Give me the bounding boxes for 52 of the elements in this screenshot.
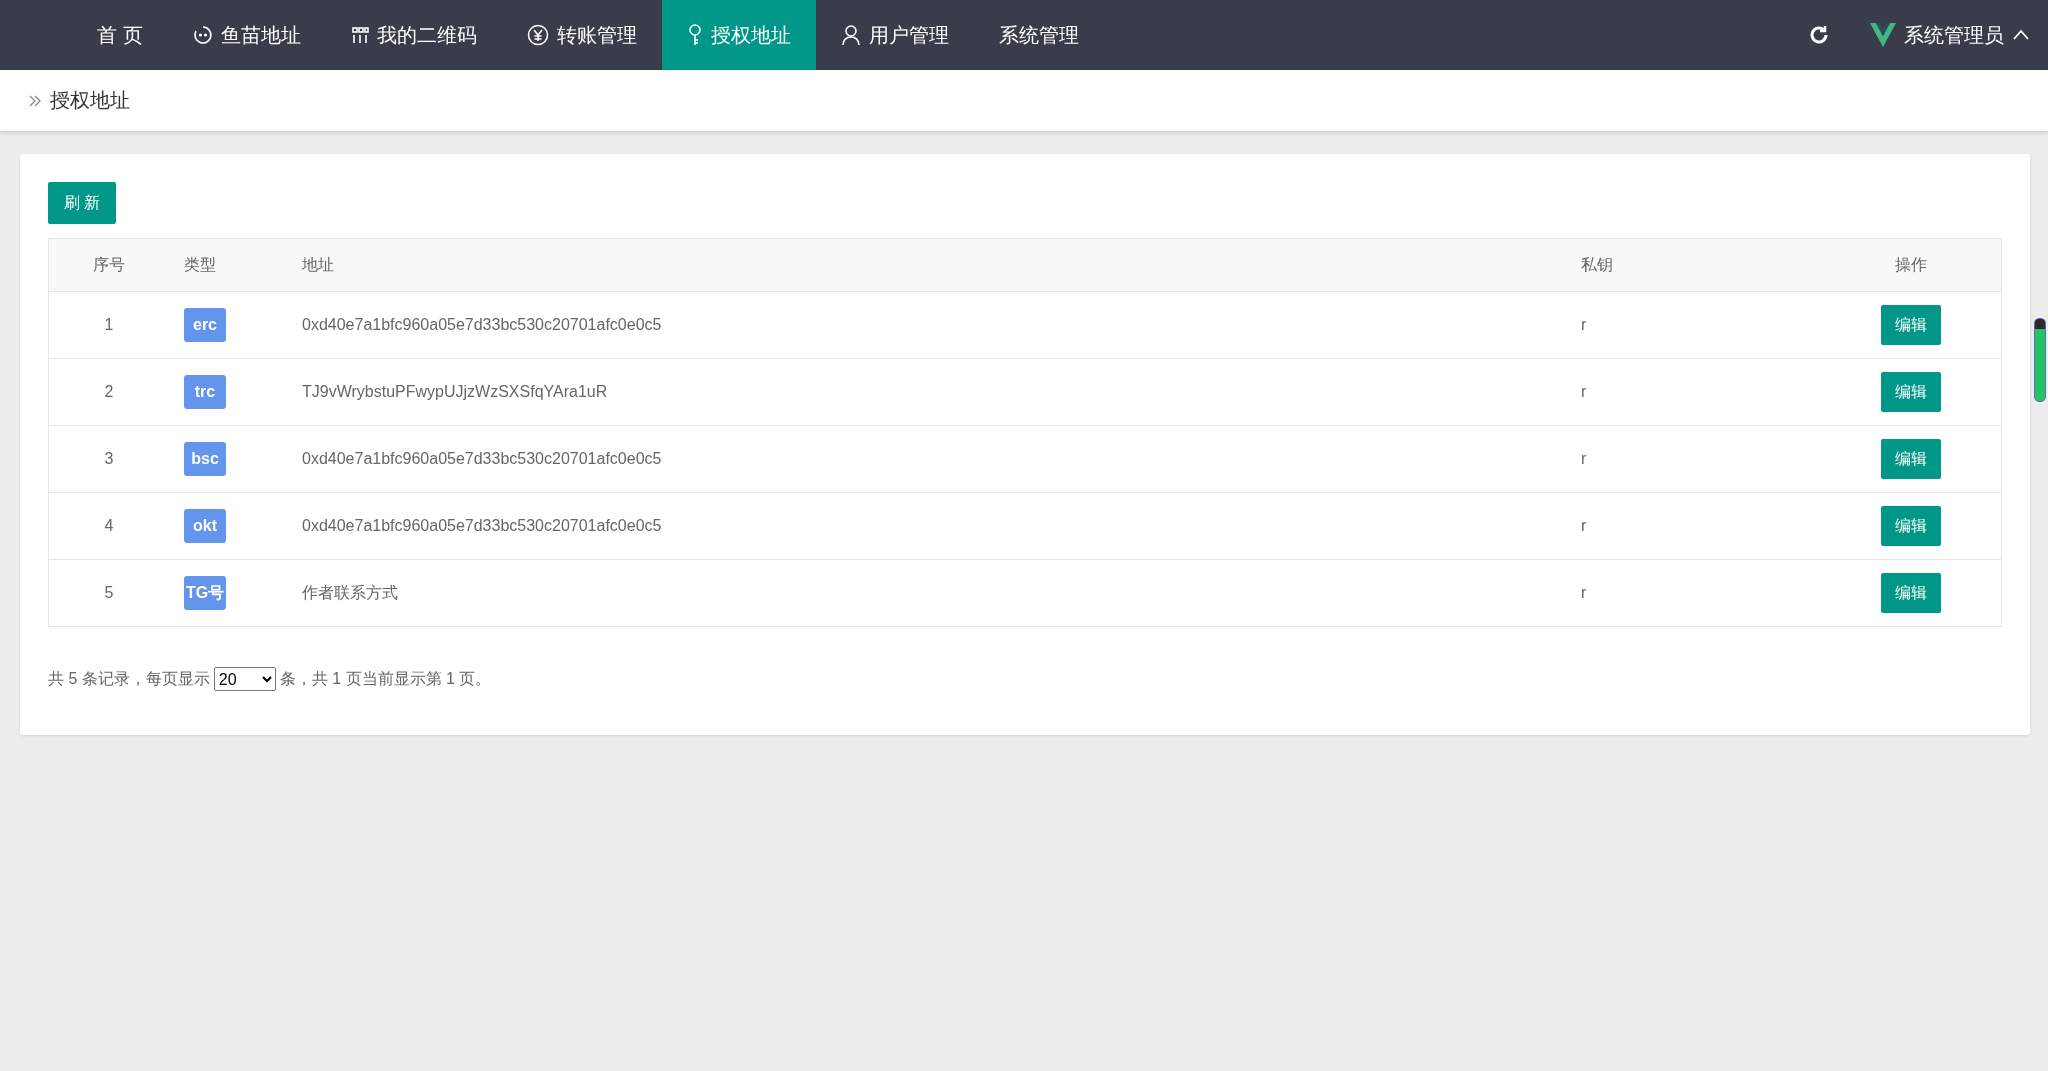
smiley-icon: [192, 25, 213, 45]
nav-tab[interactable]: 系统管理: [973, 0, 1104, 70]
type-tag: okt: [184, 509, 226, 543]
table-cell: r: [1566, 358, 1821, 426]
nav-tab[interactable]: 授权地址: [661, 0, 816, 70]
edit-button[interactable]: 编辑: [1881, 439, 1941, 479]
breadcrumb-text: 授权地址: [50, 88, 130, 113]
edit-button[interactable]: 编辑: [1881, 305, 1941, 345]
user-menu[interactable]: 系统管理员: [1860, 0, 2048, 70]
nav-tab[interactable]: 鱼苗地址: [167, 0, 326, 70]
yen-icon: [526, 24, 549, 46]
table-cell: 2: [48, 358, 169, 426]
column-header: 序号: [48, 238, 169, 292]
column-header: 操作: [1821, 238, 2002, 292]
edit-button[interactable]: 编辑: [1881, 506, 1941, 546]
table-cell: r: [1566, 291, 1821, 359]
key-icon: [686, 24, 703, 46]
edit-button[interactable]: 编辑: [1881, 372, 1941, 412]
refresh-icon: [1808, 24, 1830, 46]
table-cell: 4: [48, 492, 169, 560]
nav-tab[interactable]: 用户管理: [815, 0, 974, 70]
user-icon: [840, 24, 861, 46]
grid-icon: [350, 26, 369, 44]
pagination-text: 条，共 1 页当前显示第 1 页。: [279, 668, 492, 689]
table-cell: r: [1566, 492, 1821, 560]
table-cell: 0xd40e7a1bfc960a05e7d33bc530c20701afc0e0c5: [287, 291, 1566, 359]
double-chevron-icon: [28, 93, 42, 108]
table-cell: 1: [48, 291, 169, 359]
caret-up-icon: [2012, 29, 2030, 41]
type-tag: bsc: [184, 442, 226, 476]
pagination-text: 共 5 条记录，每页显示: [48, 668, 210, 689]
nav-tab[interactable]: 转账管理: [501, 0, 662, 70]
table-cell: r: [1566, 559, 1821, 627]
table-cell: 0xd40e7a1bfc960a05e7d33bc530c20701afc0e0c5: [287, 492, 1566, 560]
nav-tab[interactable]: 首 页: [72, 0, 168, 70]
table-cell: TJ9vWrybstuPFwypUJjzWzSXSfqYAra1uR: [287, 358, 1566, 426]
nav-tab[interactable]: 我的二维码: [325, 0, 502, 70]
column-header: 私钥: [1566, 238, 1821, 292]
table-cell: 5: [48, 559, 169, 627]
column-header: 类型: [169, 238, 287, 292]
v-logo-icon: [1870, 23, 1896, 47]
type-tag: trc: [184, 375, 226, 409]
table-cell: 3: [48, 425, 169, 493]
type-tag: erc: [184, 308, 226, 342]
page-size-select[interactable]: 20: [213, 667, 276, 691]
type-tag: TG号: [184, 576, 227, 610]
refresh-button[interactable]: 刷 新: [48, 182, 117, 224]
edit-button[interactable]: 编辑: [1881, 573, 1941, 613]
table-cell: 0xd40e7a1bfc960a05e7d33bc530c20701afc0e0c5: [287, 425, 1566, 493]
table-cell: 作者联系方式: [287, 559, 1566, 627]
column-header: 地址: [287, 238, 1566, 292]
table-cell: r: [1566, 425, 1821, 493]
